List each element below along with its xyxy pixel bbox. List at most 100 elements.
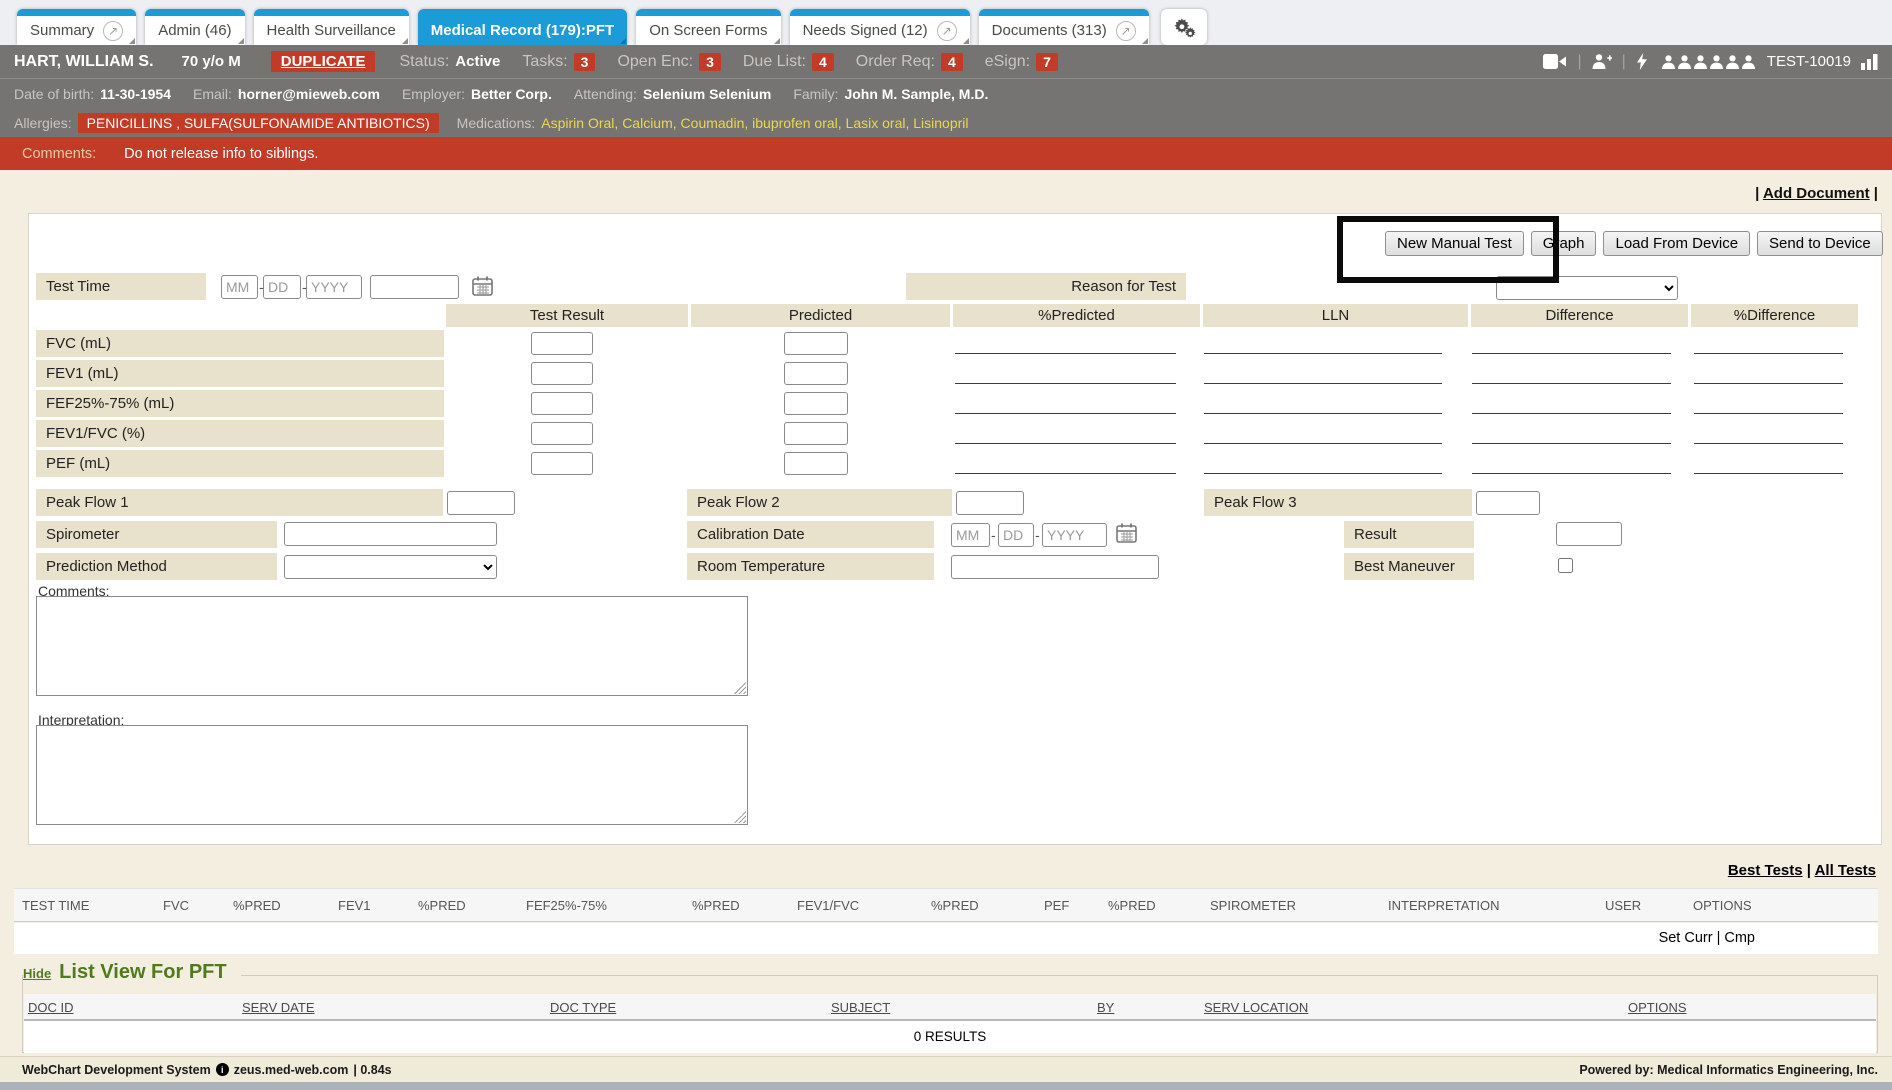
allergies-badge[interactable]: PENICILLINS , SULFA(SULFONAMIDE ANTIBIOT…: [78, 113, 439, 133]
tab-on-screen-forms[interactable]: On Screen Forms: [636, 9, 780, 45]
new-manual-test-button[interactable]: New Manual Test: [1385, 231, 1524, 256]
test-time-yyyy-input[interactable]: [306, 275, 362, 299]
results-col-user-13[interactable]: USER: [1605, 898, 1641, 913]
badge-count[interactable]: 4: [812, 53, 834, 71]
add-document-link[interactable]: Add Document: [1763, 185, 1870, 202]
person-icon[interactable]: [1726, 55, 1739, 69]
best-tests-link[interactable]: Best Tests: [1728, 862, 1803, 879]
results-col-fev1-3[interactable]: FEV1: [338, 898, 371, 913]
metric-fvc-ml-test-result-input[interactable]: [531, 332, 593, 355]
popout-icon[interactable]: ↗: [1116, 21, 1136, 41]
tab-health-surveillance[interactable]: Health Surveillance: [254, 9, 409, 45]
results-col-pef-9[interactable]: PEF: [1044, 898, 1069, 913]
calibration-dd-input[interactable]: [998, 523, 1034, 547]
load-from-device-button[interactable]: Load From Device: [1603, 231, 1750, 256]
video-call-icon[interactable]: [1543, 54, 1567, 69]
calendar-icon[interactable]: [1116, 523, 1137, 548]
spirometer-input[interactable]: [284, 522, 497, 546]
popout-icon[interactable]: ↗: [937, 21, 957, 41]
comments-textarea[interactable]: [37, 597, 747, 695]
person-icon[interactable]: [1662, 55, 1675, 69]
room-temperature-input[interactable]: [951, 555, 1159, 579]
metric-fev1-fvc-predicted-input[interactable]: [784, 422, 848, 445]
peak-flow-2-input[interactable]: [956, 491, 1024, 515]
list-col-options[interactable]: OPTIONS: [1628, 1000, 1687, 1015]
badge-count[interactable]: 3: [699, 53, 721, 71]
lightning-icon[interactable]: [1636, 53, 1648, 70]
test-time-time-input[interactable]: [370, 275, 459, 299]
interpretation-textarea[interactable]: [37, 726, 747, 824]
medication-link[interactable]: Lisinopril: [913, 115, 968, 131]
list-col-doc-id[interactable]: DOC ID: [28, 1000, 74, 1015]
results-col-pred-6[interactable]: %PRED: [692, 898, 740, 913]
results-col-fef25-75-5[interactable]: FEF25%-75%: [526, 898, 607, 913]
metric-pef-ml-test-result-input[interactable]: [531, 452, 593, 475]
badge-count[interactable]: 4: [941, 53, 963, 71]
add-person-icon[interactable]: [1592, 54, 1612, 69]
result-input[interactable]: [1556, 522, 1622, 546]
list-col-by[interactable]: BY: [1097, 1000, 1114, 1015]
list-col-serv-date[interactable]: SERV DATE: [242, 1000, 314, 1015]
tab-documents-313[interactable]: Documents (313)↗: [979, 9, 1149, 45]
medication-link[interactable]: ibuprofen oral,: [752, 115, 845, 131]
medication-link[interactable]: Calcium,: [622, 115, 680, 131]
settings-button[interactable]: [1161, 9, 1207, 45]
pipe: |: [1755, 185, 1763, 202]
metric-fev1-ml-test-result-input[interactable]: [531, 362, 593, 385]
list-col-serv-location[interactable]: SERV LOCATION: [1204, 1000, 1308, 1015]
calibration-yyyy-input[interactable]: [1042, 523, 1107, 547]
list-col-subject[interactable]: SUBJECT: [831, 1000, 890, 1015]
set-curr-cmp[interactable]: Set Curr | Cmp: [1659, 930, 1755, 946]
person-icon[interactable]: [1694, 55, 1707, 69]
badge-count[interactable]: 7: [1036, 53, 1058, 71]
reason-for-test-select[interactable]: [1496, 276, 1678, 300]
list-view-empty-row: 0 RESULTS: [24, 1021, 1876, 1053]
col-pct-difference: %Difference: [1691, 304, 1858, 327]
duplicate-badge[interactable]: DUPLICATE: [271, 51, 376, 72]
medication-link[interactable]: Aspirin Oral,: [541, 115, 622, 131]
results-col-test-time-0[interactable]: TEST TIME: [22, 898, 89, 913]
all-tests-link[interactable]: All Tests: [1815, 862, 1876, 879]
send-to-device-button[interactable]: Send to Device: [1757, 231, 1883, 256]
metric-fvc-ml-predicted-input[interactable]: [784, 332, 848, 355]
hide-link[interactable]: Hide: [23, 966, 51, 981]
test-time-mm-input[interactable]: [221, 275, 258, 299]
metric-fef25-75-ml-predicted-input[interactable]: [784, 392, 848, 415]
results-col-fvc-1[interactable]: FVC: [163, 898, 189, 913]
tab-needs-signed-12[interactable]: Needs Signed (12)↗: [790, 9, 970, 45]
metric-pef-ml-predicted-input[interactable]: [784, 452, 848, 475]
peak-flow-1-input[interactable]: [447, 491, 515, 515]
person-icon[interactable]: [1742, 55, 1755, 69]
metric-fev1-ml-predicted-input[interactable]: [784, 362, 848, 385]
test-time-dd-input[interactable]: [263, 275, 301, 299]
person-icon[interactable]: [1710, 55, 1723, 69]
graph-button[interactable]: Graph: [1531, 231, 1597, 256]
calendar-icon[interactable]: [472, 276, 493, 301]
results-col-pred-8[interactable]: %PRED: [931, 898, 979, 913]
chart-stats-icon[interactable]: [1861, 54, 1878, 70]
person-icon[interactable]: [1678, 55, 1691, 69]
results-col-options-14[interactable]: OPTIONS: [1693, 898, 1752, 913]
results-col-fev1-fvc-7[interactable]: FEV1/FVC: [797, 898, 859, 913]
metric-fev1-fvc-test-result-input[interactable]: [531, 422, 593, 445]
info-icon[interactable]: i: [216, 1063, 229, 1076]
calibration-mm-input[interactable]: [951, 523, 990, 547]
popout-icon[interactable]: ↗: [103, 21, 123, 41]
results-col-pred-10[interactable]: %PRED: [1108, 898, 1156, 913]
prediction-method-select[interactable]: [284, 555, 497, 579]
tab-admin-46[interactable]: Admin (46): [145, 9, 244, 45]
results-col-interpretation-12[interactable]: INTERPRETATION: [1388, 898, 1499, 913]
medication-link[interactable]: Coumadin,: [681, 115, 753, 131]
tab-medical-record-179-pft[interactable]: Medical Record (179):PFT: [418, 9, 627, 45]
results-col-spirometer-11[interactable]: SPIROMETER: [1210, 898, 1296, 913]
best-maneuver-checkbox[interactable]: [1558, 558, 1573, 573]
badge-count[interactable]: 3: [574, 53, 596, 71]
active-users-icons[interactable]: [1662, 55, 1755, 69]
tab-summary[interactable]: Summary↗: [17, 9, 136, 45]
peak-flow-3-input[interactable]: [1476, 491, 1540, 515]
results-col-pred-2[interactable]: %PRED: [233, 898, 281, 913]
list-col-doc-type[interactable]: DOC TYPE: [550, 1000, 616, 1015]
medication-link[interactable]: Lasix oral,: [846, 115, 914, 131]
metric-fef25-75-ml-test-result-input[interactable]: [531, 392, 593, 415]
results-col-pred-4[interactable]: %PRED: [418, 898, 466, 913]
